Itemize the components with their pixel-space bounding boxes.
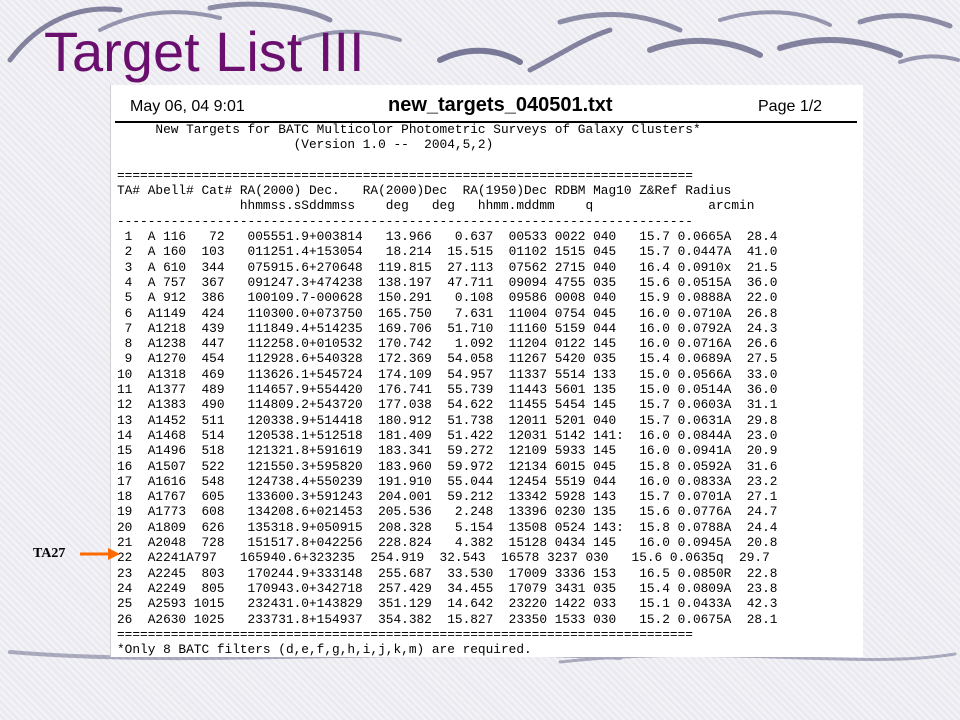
document-line: 7 A1218 439 111849.4+514235 169.706 51.7… — [117, 320, 778, 336]
document-line: 23 A2245 803 170244.9+333148 255.687 33.… — [117, 565, 778, 581]
document-line: 26 A2630 1025 233731.8+154937 354.382 15… — [117, 611, 778, 627]
document-line: 16 A1507 522 121550.3+595820 183.960 59.… — [117, 458, 778, 474]
document-line: 3 A 610 344 075915.6+270648 119.815 27.1… — [117, 259, 778, 275]
document-line: 1 A 116 72 005551.9+003814 13.966 0.637 … — [117, 229, 778, 245]
ta27-label: TA27 — [33, 546, 66, 561]
document-line: 22 A2241A797 165940.6+323235 254.919 32.… — [117, 550, 770, 566]
document-line: 6 A1149 424 110300.0+073750 165.750 7.63… — [117, 305, 778, 321]
document-line: 10 A1318 469 113626.1+545724 174.109 54.… — [117, 366, 778, 382]
document-line: 24 A2249 805 170943.0+342718 257.429 34.… — [117, 580, 778, 596]
document-line: 15 A1496 518 121321.8+591619 183.341 59.… — [117, 443, 778, 459]
document-line: 20 A1809 626 135318.9+050915 208.328 5.1… — [117, 519, 778, 535]
document-line: 12 A1383 490 114809.2+543720 177.038 54.… — [117, 397, 778, 413]
document-line: ========================================… — [117, 626, 693, 642]
document-line: 25 A2593 1015 232431.0+143829 351.129 14… — [117, 596, 778, 612]
document-header: May 06, 04 9:01 new_targets_040501.txt P… — [120, 88, 860, 122]
document-line: 14 A1468 514 120538.1+512518 181.409 51.… — [117, 427, 778, 443]
document-line: 17 A1616 548 124738.4+550239 191.910 55.… — [117, 473, 778, 489]
document-filename: new_targets_040501.txt — [388, 94, 613, 116]
document-line: 18 A1767 605 133600.3+591243 204.001 59.… — [117, 489, 778, 505]
document-line: New Targets for BATC Multicolor Photomet… — [117, 122, 701, 137]
document-line: 11 A1377 489 114657.9+554420 176.741 55.… — [117, 382, 778, 398]
document-line: *Only 8 BATC filters (d,e,f,g,h,i,j,k,m)… — [117, 642, 532, 658]
document-line: 13 A1452 511 120338.9+514418 180.912 51.… — [117, 412, 778, 428]
document-line: 9 A1270 454 112928.6+540328 172.369 54.0… — [117, 351, 778, 367]
document-line: ========================================… — [117, 167, 693, 183]
document-line: 5 A 912 386 100109.7-000628 150.291 0.10… — [117, 290, 778, 306]
document-line: hhmmss.sSddmmss deg deg hhmm.mddmm q arc… — [117, 198, 755, 214]
document-line: ----------------------------------------… — [117, 213, 693, 229]
document-line: 4 A 757 367 091247.3+474238 138.197 47.7… — [117, 274, 778, 290]
document-date: May 06, 04 9:01 — [130, 98, 245, 115]
target-list-text: New Targets for BATC Multicolor Photomet… — [117, 122, 855, 657]
document-page-number: Page 1/2 — [758, 98, 823, 115]
slide-title: Target List III — [44, 20, 365, 83]
document-line — [117, 153, 855, 168]
document-line: 8 A1238 447 112258.0+010532 170.742 1.09… — [117, 336, 778, 352]
document-line: 19 A1773 608 134208.6+021453 205.536 2.2… — [117, 504, 778, 520]
document-line: (Version 1.0 -- 2004,5,2) — [117, 137, 494, 153]
document-line: 2 A 160 103 011251.4+153054 18.214 15.51… — [117, 244, 778, 260]
arrow-right-icon — [80, 548, 120, 560]
document-line: TA# Abell# Cat# RA(2000) Dec. RA(2000)De… — [117, 183, 732, 199]
document-line: 21 A2048 728 151517.8+042256 228.824 4.3… — [117, 535, 778, 551]
